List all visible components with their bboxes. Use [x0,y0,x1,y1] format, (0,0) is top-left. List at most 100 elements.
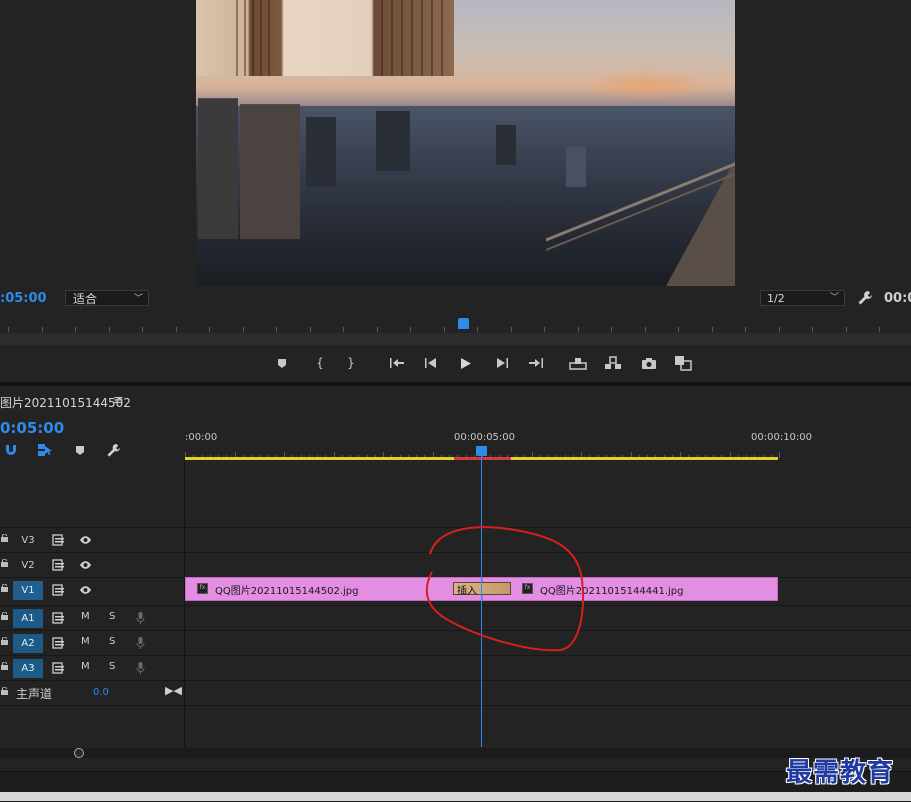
sync-lock-icon[interactable] [52,534,65,546]
track-name-a3[interactable]: A3 [13,659,43,678]
mute-button[interactable]: M [81,611,90,622]
step-back-icon[interactable] [422,354,440,372]
ruler-tick [377,327,378,332]
solo-button[interactable]: S [109,611,115,622]
lock-icon[interactable] [1,687,8,695]
go-to-end-icon[interactable]: ▶◀ [165,684,182,697]
wood-stripe [244,0,246,76]
sync-lock-icon[interactable] [52,637,65,649]
compare-view-icon[interactable] [674,354,692,372]
linked-selection-icon[interactable] [37,442,53,458]
timeline-zoom-scrollbar[interactable] [0,748,911,758]
track-row-divider [0,705,911,730]
ruler-tick [243,327,244,332]
fx-badge-icon: fx [197,583,208,594]
sync-lock-icon[interactable] [52,584,65,596]
wrench-icon[interactable] [857,290,873,306]
program-monitor: :05:00 适合 ﹀ 1/2 ﹀ 00:0 { } [0,0,911,382]
wood-stripe [401,0,403,76]
ruler-tick [109,327,110,332]
monitor-scrollbar[interactable] [0,333,911,345]
eye-icon[interactable] [79,534,92,546]
eye-icon[interactable] [79,559,92,571]
wood-stripe [391,0,393,76]
lift-icon[interactable] [569,354,587,372]
mute-button[interactable]: M [81,661,90,672]
ruler-tick [343,327,344,332]
lock-icon[interactable] [1,559,8,567]
wrench-icon[interactable] [105,442,121,458]
zoom-handle[interactable] [74,748,84,758]
ruler-label: 00:00:05:00 [454,432,516,443]
sync-lock-icon[interactable] [52,559,65,571]
sync-lock-icon[interactable] [52,662,65,674]
sync-lock-icon[interactable] [52,612,65,624]
ruler-tick [444,327,445,332]
ruler-tick [779,452,780,458]
eye-icon[interactable] [79,584,92,596]
master-volume-value[interactable]: 0.0 [93,687,109,698]
add-marker-icon[interactable] [72,442,88,458]
track-name-v2[interactable]: V2 [13,556,43,575]
monitor-playhead[interactable] [458,318,469,329]
zoom-fit-select[interactable]: 适合 ﹀ [65,290,149,306]
track-name-v3[interactable]: V3 [13,531,43,550]
track-name-a1[interactable]: A1 [13,609,43,628]
go-to-in-icon[interactable] [388,354,406,372]
microphone-icon[interactable] [134,662,147,674]
ruler-tick [8,327,9,332]
ruler-tick [75,327,76,332]
play-icon[interactable] [457,354,475,372]
ruler-tick [544,327,545,332]
lock-icon[interactable] [1,612,8,620]
ruler-tick [176,327,177,332]
track-row-a3: A3 M S [0,655,911,680]
wood-stripe [411,0,413,76]
track-name-v1[interactable]: V1 [13,581,43,600]
building [240,104,300,239]
ruler-label: 00:00:10:00 [751,432,813,443]
track-name-a2[interactable]: A2 [13,634,43,653]
go-to-out-icon[interactable] [527,354,545,372]
lock-icon[interactable] [1,584,8,592]
ruler-tick [410,327,411,332]
mark-in-icon[interactable]: { [311,354,329,372]
ruler-tick [678,327,679,332]
ruler-tick [812,327,813,332]
wood-stripe [252,0,254,76]
panel-divider[interactable] [0,382,911,386]
monitor-time-ruler[interactable] [0,316,911,332]
chevron-down-icon: ﹀ [133,294,143,304]
ruler-tick [310,327,311,332]
sequence-tab-title[interactable]: 图片20211015144502 [0,394,131,411]
snap-magnet-icon[interactable] [3,442,19,458]
panel-menu-icon[interactable]: ≡ [113,393,124,408]
solo-button[interactable]: S [109,661,115,672]
ruler-tick [712,327,713,332]
step-forward-icon[interactable] [493,354,511,372]
export-frame-icon[interactable] [640,354,658,372]
lock-icon[interactable] [1,662,8,670]
lock-icon[interactable] [1,637,8,645]
ruler-tick [209,327,210,332]
ruler-label: :00:00 [185,432,218,443]
microphone-icon[interactable] [134,612,147,624]
ruler-tick [477,327,478,332]
transport-controls: { } [0,348,911,378]
timeline-time-ruler[interactable]: :00:00 00:00:05:00 00:00:10:00 [185,428,911,460]
ruler-tick [611,327,612,332]
microphone-icon[interactable] [134,637,147,649]
playhead-timecode[interactable]: :05:00 [0,291,47,306]
timeline-timecode[interactable]: 0:05:00 [0,419,64,437]
wood-stripe [421,0,423,76]
solo-button[interactable]: S [109,636,115,647]
mute-button[interactable]: M [81,636,90,647]
playback-resolution-select[interactable]: 1/2 ﹀ [760,290,845,306]
mark-out-icon[interactable]: } [342,354,360,372]
add-marker-icon[interactable] [273,354,291,372]
ruler-tick [276,327,277,332]
extract-icon[interactable] [604,354,622,372]
lock-icon[interactable] [1,534,8,542]
video-preview [196,0,735,286]
watermark-logo: 最需教育 [786,758,895,788]
